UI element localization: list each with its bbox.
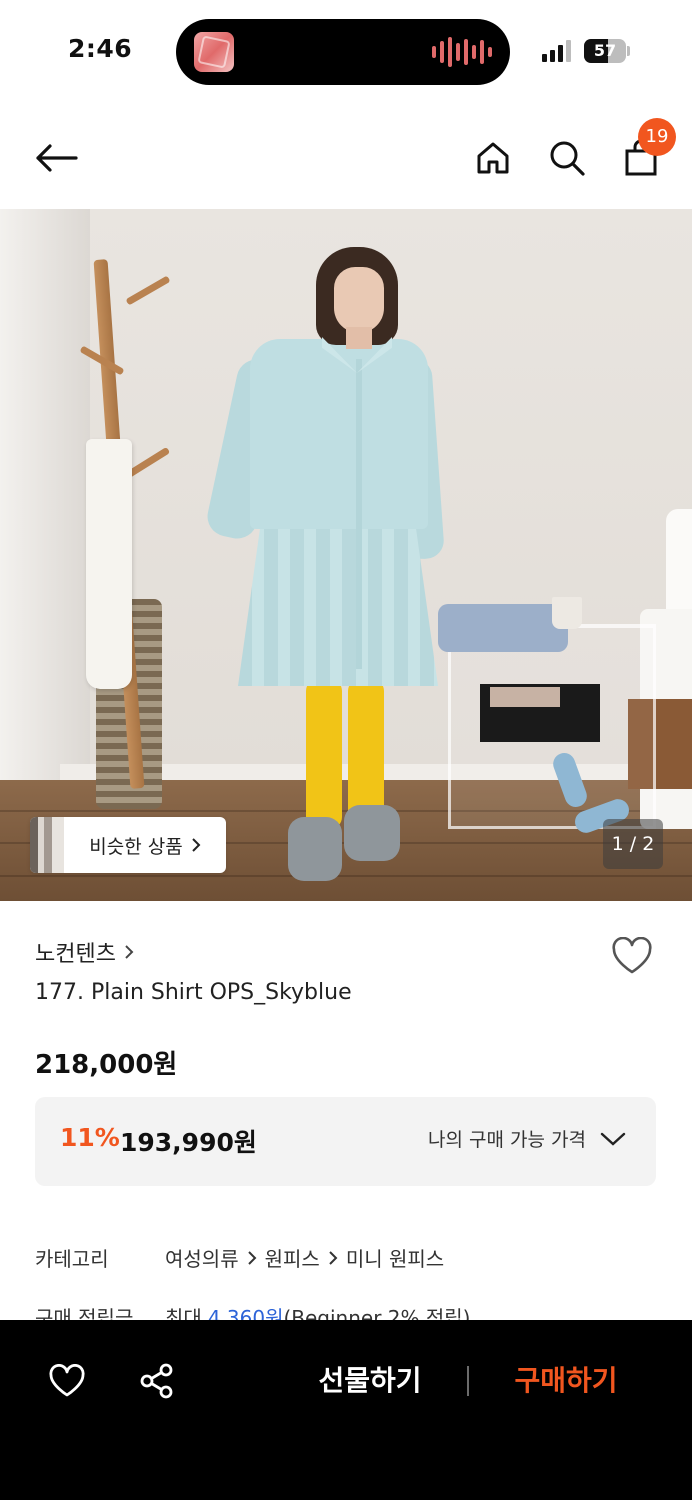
chevron-right-icon — [125, 945, 134, 959]
battery-icon: 57 — [584, 39, 626, 63]
heart-outline-icon — [612, 937, 652, 974]
image-pager: 1 / 2 — [603, 819, 663, 869]
search-button[interactable] — [544, 132, 590, 184]
home-button[interactable] — [470, 132, 516, 184]
cart-count-badge: 19 — [638, 118, 676, 156]
photo-model-leg — [306, 679, 342, 829]
my-price-dropdown[interactable]: 11% 193,990원 나의 구매 가능 가격 — [35, 1097, 656, 1186]
product-image-carousel[interactable] — [0, 209, 692, 901]
photo-model-face — [334, 267, 384, 333]
bottom-bar-divider — [467, 1366, 469, 1396]
photo-folded-cloth — [438, 604, 568, 652]
dynamic-island[interactable] — [176, 19, 510, 85]
brand-name: 노컨텐츠 — [35, 942, 116, 967]
wishlist-button[interactable] — [608, 932, 656, 980]
search-icon — [550, 141, 585, 176]
chevron-right-icon — [247, 1250, 257, 1265]
discount-rate: 11% — [60, 1123, 120, 1152]
similar-products-button[interactable]: 비슷한 상품 — [30, 817, 226, 873]
heart-outline-icon — [49, 1364, 85, 1397]
photo-model-sandal — [288, 817, 342, 881]
back-arrow-icon — [36, 144, 78, 172]
photo-towel — [86, 439, 132, 689]
gift-button[interactable]: 선물하기 — [300, 1356, 440, 1406]
bottom-wishlist-button[interactable] — [46, 1360, 88, 1402]
share-icon — [140, 1363, 173, 1399]
photo-dress-bodice — [250, 339, 428, 529]
chevron-right-icon — [192, 838, 201, 852]
status-bar: 2:46 57 — [0, 0, 692, 100]
chevron-right-icon — [329, 1250, 338, 1265]
battery-cap — [627, 46, 630, 56]
brand-link[interactable]: 노컨텐츠 — [35, 936, 134, 968]
category-row: 카테고리 여성의류 원피스 미니 원피스 — [35, 1243, 444, 1272]
photo-model-sandal — [344, 805, 400, 861]
share-button[interactable] — [136, 1360, 178, 1402]
similar-products-thumbnail — [30, 817, 64, 873]
back-button[interactable] — [30, 132, 82, 184]
chevron-down-icon — [600, 1132, 626, 1146]
original-price: 218,000원 — [35, 1050, 178, 1080]
buy-button[interactable]: 구매하기 — [496, 1356, 636, 1406]
bottom-action-bar: 선물하기 구매하기 — [0, 1320, 692, 1500]
category-level-1[interactable]: 여성의류 — [165, 1243, 239, 1272]
photo-door — [0, 209, 90, 809]
home-icon — [477, 142, 509, 174]
category-breadcrumb: 여성의류 원피스 미니 원피스 — [165, 1243, 444, 1272]
photo-dress-skirt — [238, 514, 438, 686]
photo-mug — [552, 597, 582, 629]
battery-level: 57 — [593, 41, 617, 60]
category-label: 카테고리 — [35, 1247, 109, 1271]
now-playing-artwork — [194, 32, 234, 72]
top-navigation: 19 — [0, 110, 692, 205]
my-price-label: 나의 구매 가능 가격 — [428, 1129, 586, 1151]
my-price-toggle[interactable]: 나의 구매 가능 가격 — [428, 1125, 626, 1152]
product-name: 177. Plain Shirt OPS_Skyblue — [35, 980, 352, 1005]
audio-waveform-icon — [432, 37, 492, 67]
discount-price: 193,990원 — [120, 1128, 257, 1157]
cellular-signal-icon — [542, 40, 571, 62]
category-level-2[interactable]: 원피스 — [265, 1243, 320, 1272]
similar-products-label: 비슷한 상품 — [64, 817, 226, 873]
status-time: 2:46 — [68, 34, 133, 63]
category-level-3[interactable]: 미니 원피스 — [346, 1243, 444, 1272]
